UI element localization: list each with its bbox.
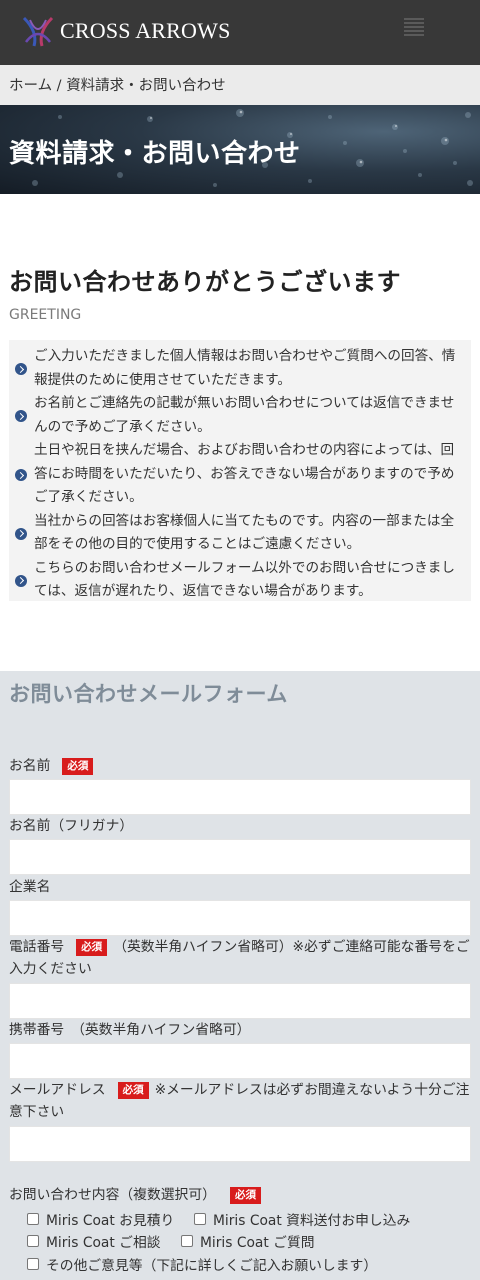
checkbox[interactable] [181,1235,193,1247]
notice-box: ご入力いただきました個人情報はお問い合わせやご質問への回答、情報提供のために使用… [9,340,471,601]
breadcrumb-separator: / [52,78,67,94]
name-input[interactable] [9,779,471,815]
notice-item: 土日や祝日を挟んだ場合、およびお問い合わせの内容によっては、回答にお時間をいただ… [15,439,465,510]
hamburger-menu-icon[interactable] [404,18,424,40]
company-input[interactable] [9,900,471,936]
name-label: お名前 必須 [9,755,471,777]
required-badge: 必須 [117,1082,149,1099]
required-badge: 必須 [62,758,94,775]
inquiry-label: お問い合わせ内容（複数選択可） 必須 [9,1184,471,1206]
notice-item: お名前とご連絡先の記載が無いお問い合わせについては返信できませんので予めご了承く… [15,392,465,439]
checkbox[interactable] [194,1213,206,1225]
chevron-right-circle-icon [15,410,27,422]
greeting-title: お問い合わせありがとうございます [9,268,401,296]
mobile-input[interactable] [9,1043,471,1079]
option-question-checkbox[interactable]: Miris Coat ご質問 [181,1231,315,1251]
chevron-right-circle-icon [15,574,27,587]
contact-form-section: お問い合わせメールフォーム お名前 必須 お名前（フリガナ） 企業名 電話番号 必須… [0,671,480,1280]
kana-input[interactable] [9,839,471,875]
breadcrumb-current: 資料請求・お問い合わせ [66,78,226,94]
option-brochure-checkbox[interactable]: Miris Coat 資料送付お申し込み [194,1209,410,1229]
chevron-right-circle-icon [15,469,27,481]
phone-input[interactable] [9,983,471,1019]
option-consult-checkbox[interactable]: Miris Coat ご相談 [27,1231,161,1251]
cross-arrows-logo-icon [22,16,54,47]
breadcrumb-home-link[interactable]: ホーム [9,78,52,94]
email-input[interactable] [9,1126,471,1162]
breadcrumb: ホーム / 資料請求・お問い合わせ [0,65,480,105]
notice-item: 当社からの回答はお客様個人に当てたものです。内容の一部または全部をその他の目的で… [15,510,465,557]
brand-name: CROSS ARROWS [60,18,231,43]
form-title: お問い合わせメールフォーム [9,682,288,706]
kana-label: お名前（フリガナ） [9,818,134,834]
page-title: 資料請求・お問い合わせ [9,139,301,169]
greeting-subtitle: GREETING [9,307,82,323]
checkbox[interactable] [27,1235,39,1247]
mobile-label: 携帯番号 （英数半角ハイフン省略可） [9,1022,251,1038]
option-quote-checkbox[interactable]: Miris Coat お見積り [27,1209,174,1229]
site-header: CROSS ARROWS [0,0,480,65]
required-badge: 必須 [76,939,108,956]
notice-item: ご入力いただきました個人情報はお問い合わせやご質問への回答、情報提供のために使用… [15,345,465,392]
site-logo[interactable]: CROSS ARROWS [20,12,231,50]
option-other-checkbox[interactable]: その他ご意見等（下記に詳しくご記入お願いします） [27,1254,377,1274]
checkbox[interactable] [27,1213,39,1225]
required-badge: 必須 [229,1187,261,1204]
checkbox[interactable] [27,1258,39,1270]
email-label: メールアドレス 必須 ※メールアドレスは必ずお間違えないよう十分ご注意下さい [9,1082,470,1120]
notice-list: ご入力いただきました個人情報はお問い合わせやご質問への回答、情報提供のために使用… [15,345,465,604]
hero-banner: 資料請求・お問い合わせ [0,105,480,194]
chevron-right-circle-icon [15,363,27,375]
notice-item: こちらのお問い合わせメールフォーム以外でのお問い合せにつきましては、返信が遅れた… [15,557,465,604]
phone-label: 電話番号 必須 （英数半角ハイフン省略可）※必ずご連絡可能な番号をご入力ください [9,939,470,977]
company-label: 企業名 [9,879,51,895]
chevron-right-circle-icon [15,527,27,540]
